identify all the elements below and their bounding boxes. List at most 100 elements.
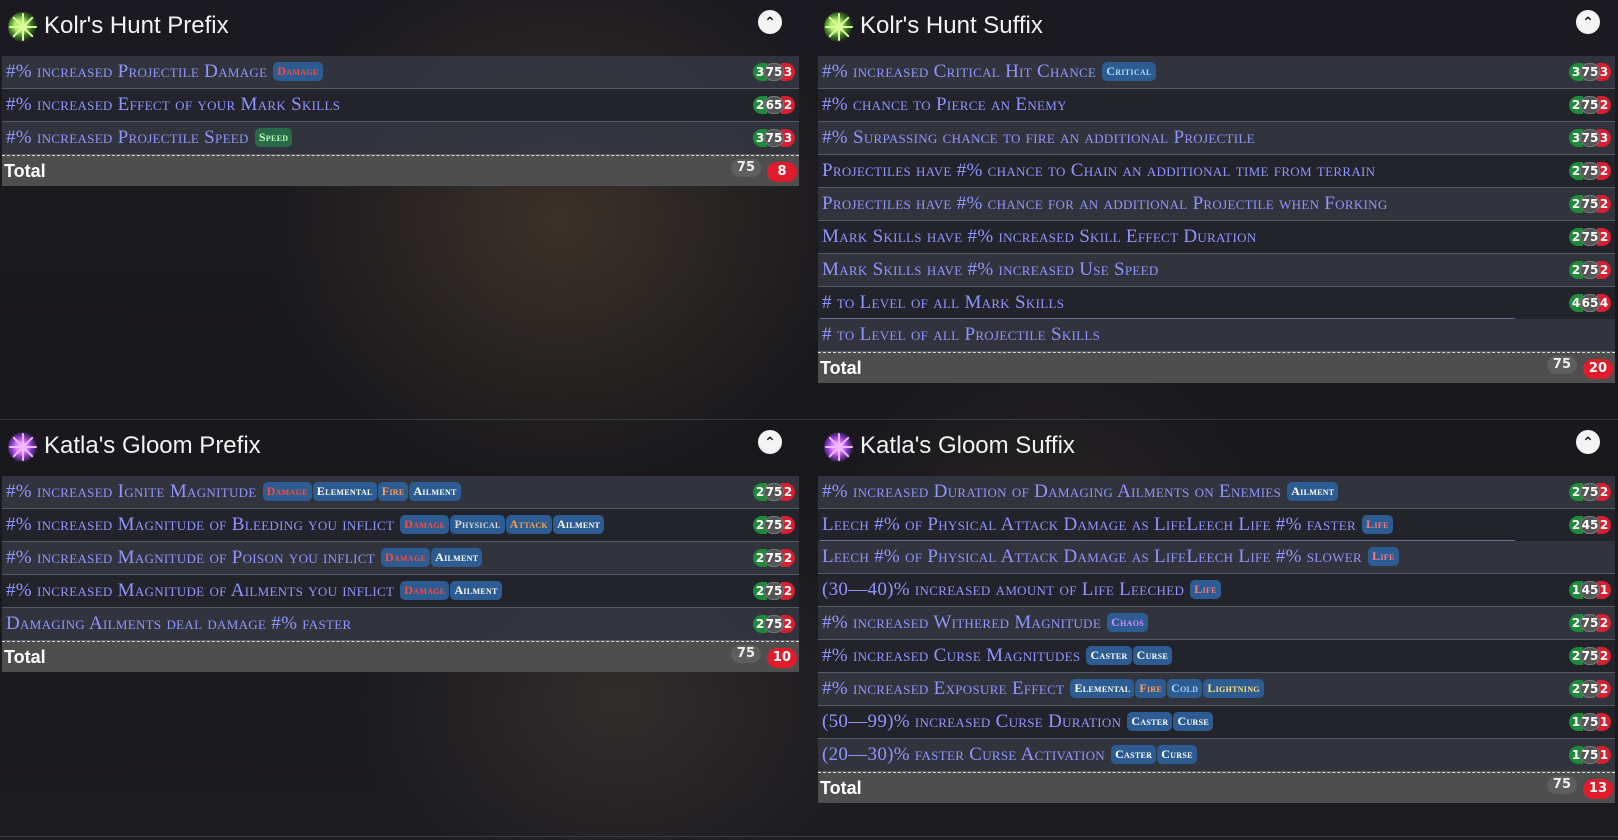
total-item-level-badge: 75 bbox=[730, 645, 761, 663]
mod-row[interactable]: #% increased Withered Magnitude Chaos 275… bbox=[818, 607, 1615, 640]
item-level-badge: 75 bbox=[1580, 228, 1600, 246]
total-count-badge: 8 bbox=[767, 162, 797, 182]
mod-row[interactable]: Mark Skills have #% increased Skill Effe… bbox=[818, 221, 1615, 254]
mod-row[interactable]: # to Level of all Mark Skills 4654 bbox=[818, 287, 1615, 319]
mod-row[interactable]: #% increased Ignite Magnitude Damage Elem… bbox=[2, 476, 799, 509]
mod-row[interactable]: #% increased Magnitude of Poison you inf… bbox=[2, 542, 799, 575]
chevron-up-icon: ⌃ bbox=[1582, 435, 1594, 451]
tag-damage: Damage bbox=[400, 515, 450, 534]
panel-title: Katla's Gloom Suffix bbox=[860, 432, 1075, 459]
mod-row[interactable]: #% increased Projectile Speed Speed 3753 bbox=[2, 122, 799, 155]
tier-badges: 2752 bbox=[1569, 261, 1611, 279]
mod-text: #% increased Curse Magnitudes bbox=[822, 645, 1081, 666]
mod-text-line: #% increased Critical Hit Chance Critica… bbox=[822, 61, 1156, 83]
item-level-badge: 65 bbox=[764, 96, 784, 114]
collapse-button[interactable]: ⌃ bbox=[758, 10, 782, 34]
mod-row[interactable]: #% increased Projectile Damage Damage 375… bbox=[2, 56, 799, 89]
tier-badges: 3753 bbox=[1569, 129, 1611, 147]
mod-row[interactable]: Projectiles have #% chance for an additi… bbox=[818, 188, 1615, 221]
mod-text-line: #% increased Projectile Speed Speed bbox=[6, 127, 293, 149]
tier-badges: 2752 bbox=[1569, 195, 1611, 213]
tag-ailment: Ailment bbox=[431, 548, 483, 567]
mod-text: Projectiles have #% chance for an additi… bbox=[822, 193, 1388, 214]
mod-text-line: Mark Skills have #% increased Skill Effe… bbox=[822, 226, 1257, 248]
mod-text: #% increased Ignite Magnitude bbox=[6, 481, 257, 502]
mod-text: #% increased Magnitude of Ailments you i… bbox=[6, 580, 395, 601]
tag-elemental: Elemental bbox=[1070, 679, 1135, 698]
tag-fire: Fire bbox=[1135, 679, 1167, 698]
mod-row[interactable]: #% increased Duration of Damaging Ailmen… bbox=[818, 476, 1615, 509]
mod-row[interactable]: #% Surpassing chance to fire an addition… bbox=[818, 122, 1615, 155]
mod-row[interactable]: #% increased Exposure Effect Elemental Fi… bbox=[818, 673, 1615, 706]
total-label: Total bbox=[820, 778, 862, 798]
tag-fire: Fire bbox=[377, 482, 409, 501]
tier-badges: 2752 bbox=[1569, 614, 1611, 632]
panel-title: Kolr's Hunt Suffix bbox=[860, 12, 1043, 39]
tier-badges: 2752 bbox=[753, 582, 795, 600]
mod-text: #% increased Effect of your Mark Skills bbox=[6, 94, 341, 115]
mod-text: (20—30)% faster Curse Activation bbox=[822, 744, 1105, 765]
mod-row[interactable]: (30—40)% increased amount of Life Leeche… bbox=[818, 574, 1615, 607]
mod-row[interactable]: Leech #% of Physical Attack Damage as Li… bbox=[818, 509, 1615, 541]
item-level-badge: 75 bbox=[764, 129, 784, 147]
kolrs-hunt-icon bbox=[8, 12, 38, 42]
panel-header: Kolr's Hunt Suffix ⌃ bbox=[818, 0, 1615, 56]
tag-curse: Curse bbox=[1173, 712, 1213, 731]
mod-row[interactable]: Mark Skills have #% increased Use Speed 2… bbox=[818, 254, 1615, 287]
mod-text-line: Projectiles have #% chance to Chain an a… bbox=[822, 160, 1375, 182]
mod-text-line: #% increased Withered Magnitude Chaos bbox=[822, 612, 1148, 634]
mod-row[interactable]: Projectiles have #% chance to Chain an a… bbox=[818, 155, 1615, 188]
mod-text: Leech #% of Physical Attack Damage as Li… bbox=[822, 546, 1362, 567]
tier-badges: 1451 bbox=[1569, 581, 1611, 599]
collapse-button[interactable]: ⌃ bbox=[1576, 430, 1600, 454]
mod-row[interactable]: Leech #% of Physical Attack Damage as Li… bbox=[818, 541, 1615, 574]
panel-kolr-s-hunt-suffix: Kolr's Hunt Suffix ⌃ #% increased Critical… bbox=[818, 0, 1615, 383]
item-level-badge: 75 bbox=[1580, 614, 1600, 632]
mod-row[interactable]: #% chance to Pierce an Enemy 2752 bbox=[818, 89, 1615, 122]
tag-ailment: Ailment bbox=[552, 515, 605, 534]
mod-row[interactable]: #% increased Critical Hit Chance Critica… bbox=[818, 56, 1615, 89]
mod-row[interactable]: #% increased Curse Magnitudes Caster Curs… bbox=[818, 640, 1615, 673]
tier-badges: 2752 bbox=[1569, 162, 1611, 180]
panel-katla-s-gloom-prefix: Katla's Gloom Prefix ⌃ #% increased Ignite… bbox=[2, 420, 799, 672]
mod-row[interactable]: # to Level of all Projectile Skills bbox=[818, 319, 1615, 352]
tag-damage: Damage bbox=[381, 548, 431, 567]
item-level-badge: 75 bbox=[1580, 713, 1600, 731]
panel-header: Kolr's Hunt Prefix ⌃ bbox=[2, 0, 799, 56]
mod-row[interactable]: #% increased Magnitude of Ailments you i… bbox=[2, 575, 799, 608]
mod-text-line: (20—30)% faster Curse Activation Caster C… bbox=[822, 744, 1197, 766]
mod-row[interactable]: Damaging Ailments deal damage #% faster 2… bbox=[2, 608, 799, 641]
tag-damage: Damage bbox=[273, 62, 323, 81]
collapse-button[interactable]: ⌃ bbox=[1576, 10, 1600, 34]
total-count-badge: 13 bbox=[1582, 779, 1613, 799]
total-item-level-badge: 75 bbox=[1546, 356, 1577, 374]
mod-row[interactable]: #% increased Effect of your Mark Skills 2… bbox=[2, 89, 799, 122]
item-level-badge: 75 bbox=[764, 549, 784, 567]
panel-title: Kolr's Hunt Prefix bbox=[44, 12, 229, 39]
tag-life: Life bbox=[1190, 580, 1221, 599]
tag-curse: Curse bbox=[1157, 745, 1197, 764]
panel-katla-s-gloom-suffix: Katla's Gloom Suffix ⌃ #% increased Durati… bbox=[818, 420, 1615, 803]
mod-text-line: #% increased Effect of your Mark Skills bbox=[6, 94, 340, 116]
item-level-badge: 75 bbox=[1580, 129, 1600, 147]
mod-text-line: Leech #% of Physical Attack Damage as Li… bbox=[822, 514, 1393, 536]
mod-text: #% Surpassing chance to fire an addition… bbox=[822, 127, 1255, 148]
tag-caster: Caster bbox=[1111, 745, 1157, 764]
total-row: Total 75 10 bbox=[2, 641, 799, 672]
mod-text-line: #% increased Curse Magnitudes Caster Curs… bbox=[822, 645, 1173, 667]
mod-row[interactable]: (50—99)% increased Curse Duration Caster… bbox=[818, 706, 1615, 739]
mod-row[interactable]: (20—30)% faster Curse Activation Caster C… bbox=[818, 739, 1615, 772]
collapse-button[interactable]: ⌃ bbox=[758, 430, 782, 454]
mod-text: #% increased Magnitude of Bleeding you i… bbox=[6, 514, 395, 535]
mod-text: #% increased Projectile Damage bbox=[6, 61, 268, 82]
mod-text: Projectiles have #% chance to Chain an a… bbox=[822, 160, 1376, 181]
item-level-badge: 75 bbox=[764, 483, 784, 501]
mod-row[interactable]: #% increased Magnitude of Bleeding you i… bbox=[2, 509, 799, 542]
mod-text-line: Leech #% of Physical Attack Damage as Li… bbox=[822, 546, 1399, 568]
tier-badges: 2452 bbox=[1569, 516, 1611, 534]
tag-life: Life bbox=[1362, 515, 1393, 534]
tag-crit: Critical bbox=[1102, 62, 1156, 81]
mod-text-line: Projectiles have #% chance for an additi… bbox=[822, 193, 1388, 215]
item-level-badge: 75 bbox=[764, 516, 784, 534]
total-label: Total bbox=[820, 358, 862, 378]
